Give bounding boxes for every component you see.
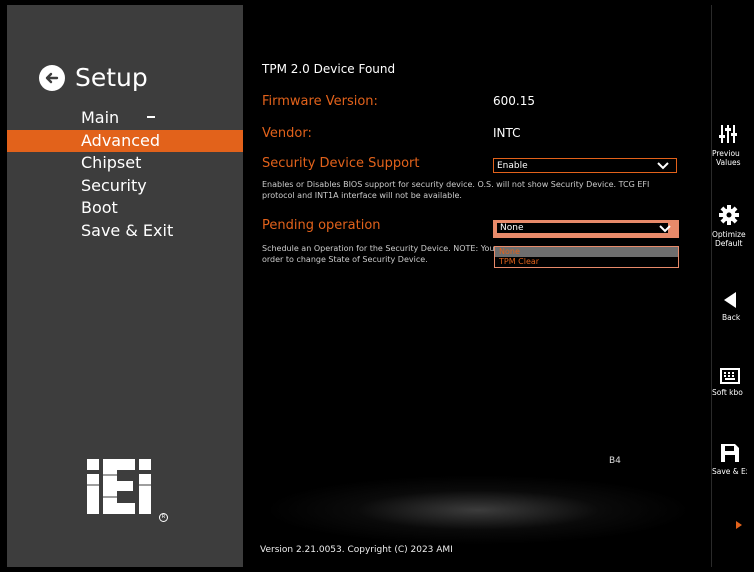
sliders-icon (718, 123, 747, 149)
page-header: TPM 2.0 Device Found (262, 62, 396, 76)
menu-item-label: Main (81, 108, 120, 127)
registered-mark-icon: R (159, 513, 168, 522)
settings-content: TPM 2.0 Device Found Firmware Version: 6… (243, 5, 711, 567)
right-toolbar: Previou Values Optimize Default Back Sof… (711, 5, 747, 567)
soft-keyboard-button[interactable]: Soft kbo (712, 368, 747, 397)
pending-operation-dropdown: None TPM Clear (494, 246, 679, 268)
back-label: Back (722, 313, 741, 322)
firmware-value: 600.15 (493, 94, 535, 108)
keyboard-icon (720, 368, 747, 388)
iei-logo: R (85, 455, 168, 522)
menu-item-advanced[interactable]: Advanced (7, 129, 243, 152)
back-button[interactable]: Back (712, 291, 747, 322)
menu-item-label: Advanced (81, 130, 161, 150)
chevron-down-icon (656, 161, 670, 177)
security-help-text: Enables or Disables BIOS support for sec… (262, 179, 649, 201)
pending-operation-select[interactable]: None (493, 220, 679, 238)
main-menu: Main Advanced Chipset Security Boot Save… (7, 107, 243, 242)
floppy-disk-icon (720, 443, 747, 467)
triangle-right-icon (735, 515, 747, 534)
pending-operation-value: None (497, 223, 668, 233)
vendor-label: Vendor: (262, 126, 312, 141)
menu-item-label: Save & Exit (81, 220, 174, 240)
previous-values-button[interactable]: Previou Values (712, 123, 747, 167)
post-code: B4 (609, 456, 621, 466)
previous-values-label-1: Previou (712, 149, 740, 158)
help-line: protocol and INT1A interface will not be… (262, 191, 462, 200)
left-nav-panel: Setup Main Advanced Chipset Security Boo… (7, 5, 243, 567)
firmware-label: Firmware Version: (262, 94, 378, 109)
chevron-down-icon (658, 224, 672, 240)
soft-keyboard-label: Soft kbo (712, 388, 743, 397)
help-line: Enables or Disables BIOS support for sec… (262, 180, 650, 189)
menu-item-chipset[interactable]: Chipset (7, 152, 243, 175)
menu-item-security[interactable]: Security (7, 175, 243, 198)
version-text: Version 2.21.0053. Copyright (C) 2023 AM… (260, 545, 453, 555)
help-line: Schedule an Operation for the Security D… (262, 244, 495, 253)
dropdown-option-tpm-clear[interactable]: TPM Clear (495, 257, 678, 267)
next-page-button[interactable] (712, 515, 747, 534)
menu-item-label: Boot (81, 198, 118, 217)
setup-title-text: Setup (75, 63, 148, 92)
optimized-defaults-label-1: Optimize (712, 230, 746, 239)
cursor-dash (147, 116, 155, 118)
security-support-label: Security Device Support (262, 156, 420, 171)
security-support-select[interactable]: Enable (493, 158, 677, 173)
dropdown-option-none[interactable]: None (495, 247, 678, 257)
menu-item-label: Chipset (81, 153, 142, 172)
bios-window: Setup Main Advanced Chipset Security Boo… (7, 5, 747, 567)
save-exit-label: Save & Ex (712, 467, 747, 476)
vendor-value: INTC (493, 126, 521, 140)
security-support-value: Enable (497, 161, 528, 171)
pending-operation-label: Pending operation (262, 218, 381, 233)
back-arrow-icon[interactable] (39, 64, 65, 91)
menu-item-boot[interactable]: Boot (7, 197, 243, 220)
optimized-defaults-label-2: Default (715, 239, 743, 248)
menu-item-label: Security (81, 175, 147, 195)
previous-values-label-2: Values (716, 158, 741, 167)
setup-title: Setup (39, 63, 148, 92)
help-line: order to change State of Security Device… (262, 255, 428, 264)
save-exit-button[interactable]: Save & Ex (712, 443, 747, 476)
gear-icon (718, 204, 747, 230)
menu-item-save-exit[interactable]: Save & Exit (7, 220, 243, 243)
menu-item-main[interactable]: Main (7, 107, 243, 130)
triangle-left-icon (722, 291, 747, 313)
optimized-defaults-button[interactable]: Optimize Default (712, 204, 747, 248)
pending-help-text: Schedule an Operation for the Security D… (262, 243, 494, 265)
floor-glow (263, 475, 693, 545)
